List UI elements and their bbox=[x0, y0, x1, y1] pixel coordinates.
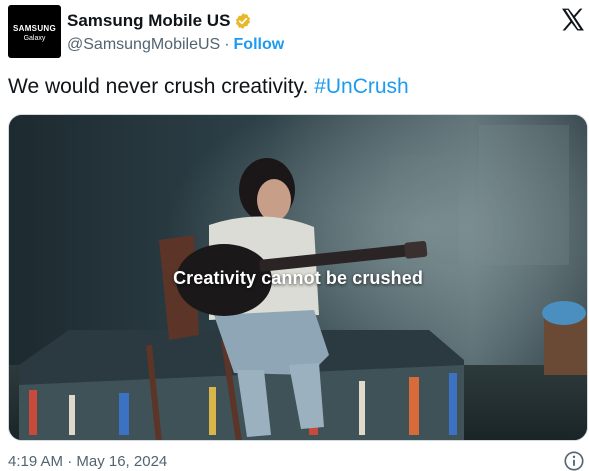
video-caption: Creativity cannot be crushed bbox=[173, 268, 423, 288]
separator-dot: · bbox=[224, 36, 230, 53]
info-icon[interactable] bbox=[563, 450, 585, 471]
tweet-body: We would never crush creativity. bbox=[8, 75, 309, 98]
video-media[interactable]: Creativity cannot be crushed bbox=[8, 114, 588, 441]
avatar-sub-text: Galaxy bbox=[23, 35, 46, 42]
author-handle[interactable]: @SamsungMobileUS bbox=[67, 36, 220, 54]
author-display-name[interactable]: Samsung Mobile US bbox=[67, 11, 230, 31]
x-logo-icon[interactable] bbox=[561, 8, 586, 31]
avatar-brand-text: SAMSUNG bbox=[13, 24, 56, 33]
avatar[interactable]: SAMSUNG Galaxy bbox=[8, 5, 61, 58]
verified-badge-icon bbox=[236, 13, 251, 29]
tweet-timestamp[interactable]: 4:19 AM · May 16, 2024 bbox=[8, 453, 167, 470]
follow-button[interactable]: Follow bbox=[234, 36, 285, 54]
tweet-text: We would never crush creativity. #UnCrus… bbox=[8, 75, 409, 99]
hashtag-link[interactable]: #UnCrush bbox=[314, 75, 409, 98]
author-handle-row: @SamsungMobileUS · Follow bbox=[67, 36, 284, 54]
author-name-row: Samsung Mobile US bbox=[67, 10, 252, 32]
